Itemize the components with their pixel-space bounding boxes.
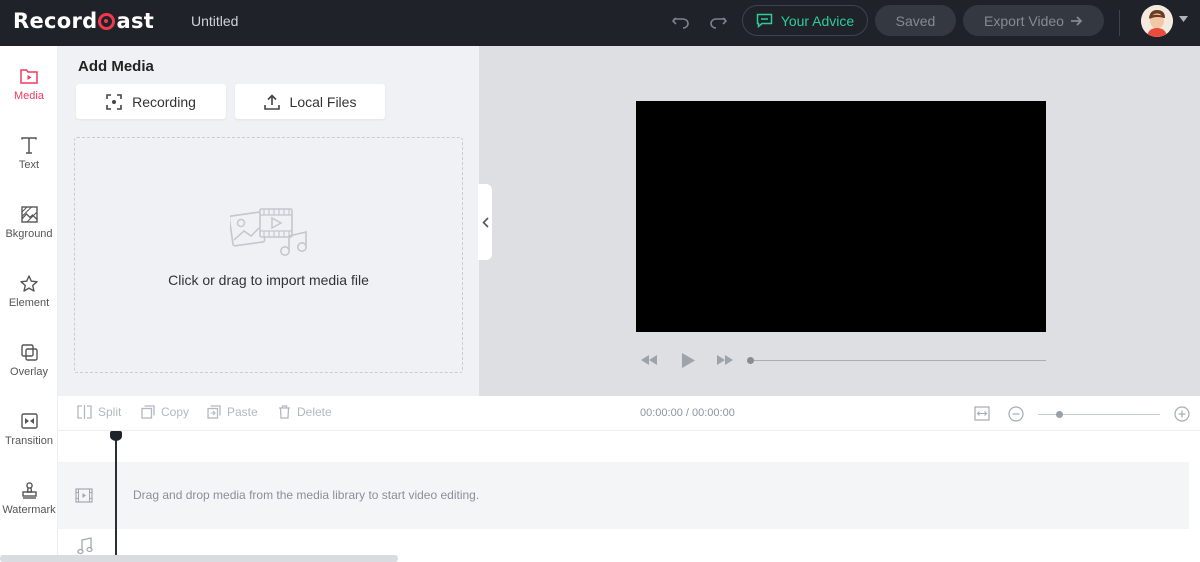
media-dropzone[interactable]: Click or drag to import media file bbox=[74, 137, 463, 373]
zoom-in-button[interactable] bbox=[1173, 405, 1190, 422]
paste-label: Paste bbox=[227, 405, 258, 419]
fast-forward-button[interactable] bbox=[717, 352, 733, 368]
fast-forward-icon bbox=[717, 355, 733, 365]
undo-button[interactable] bbox=[670, 11, 692, 33]
timecode-display: 00:00:00 / 00:00:00 bbox=[640, 407, 735, 419]
paste-button[interactable]: Paste bbox=[207, 405, 258, 419]
document-title[interactable]: Untitled bbox=[191, 13, 238, 29]
sidebar-item-label: Media bbox=[14, 90, 44, 102]
text-icon bbox=[19, 135, 39, 155]
paste-icon bbox=[207, 405, 221, 419]
recording-button[interactable]: Recording bbox=[76, 84, 226, 119]
timeline-toolbar: Split Copy Paste Delete 00:00:00 / 00:00… bbox=[58, 396, 1200, 431]
your-advice-label: Your Advice bbox=[780, 12, 855, 29]
rewind-icon bbox=[641, 355, 657, 365]
saved-button[interactable]: Saved bbox=[875, 5, 956, 36]
your-advice-button[interactable]: Your Advice bbox=[742, 5, 868, 36]
panel-title: Add Media bbox=[78, 58, 154, 75]
zoom-out-button[interactable] bbox=[1007, 405, 1024, 422]
chevron-down-icon[interactable] bbox=[1179, 16, 1188, 22]
copy-button[interactable]: Copy bbox=[141, 405, 189, 419]
horizontal-scrollbar[interactable] bbox=[0, 555, 398, 562]
timeline-zoom-knob[interactable] bbox=[1056, 411, 1063, 418]
playback-progress-knob[interactable] bbox=[747, 357, 754, 364]
logo-text-left: Record bbox=[13, 9, 98, 33]
sidebar-item-label: Overlay bbox=[10, 366, 48, 378]
sidebar-item-label: Bkground bbox=[5, 228, 53, 240]
collapse-panel-button[interactable] bbox=[478, 184, 492, 260]
sidebar-item-text[interactable]: Text bbox=[0, 115, 58, 175]
overlay-icon bbox=[19, 342, 39, 362]
dropzone-text: Click or drag to import media file bbox=[168, 272, 369, 288]
empty-timeline-message: Drag and drop media from the media libra… bbox=[133, 488, 480, 502]
arrow-right-icon bbox=[1070, 15, 1083, 26]
video-track-icon bbox=[75, 487, 93, 503]
fit-width-icon bbox=[973, 406, 990, 421]
copy-label: Copy bbox=[161, 405, 190, 419]
media-files-icon bbox=[229, 208, 307, 256]
playhead-handle[interactable] bbox=[110, 431, 122, 441]
screen-record-icon bbox=[106, 93, 122, 110]
sidebar-item-media[interactable]: Media bbox=[0, 46, 58, 106]
delete-button[interactable]: Delete bbox=[278, 405, 332, 419]
sidebar-item-transition[interactable]: Transition bbox=[0, 391, 58, 451]
transition-icon bbox=[19, 411, 39, 431]
sidebar-item-label: Element bbox=[8, 297, 50, 309]
sidebar-item-label: Transition bbox=[5, 435, 53, 447]
recording-label: Recording bbox=[132, 93, 196, 110]
sidebar-item-overlay[interactable]: Overlay bbox=[0, 322, 58, 382]
playhead-line bbox=[115, 434, 117, 562]
sidebar-item-label: Text bbox=[18, 159, 40, 171]
minus-circle-icon bbox=[1007, 405, 1024, 422]
trash-icon bbox=[279, 405, 290, 419]
sidebar-item-background[interactable]: Bkground bbox=[0, 184, 58, 244]
left-sidebar: Media Text Bkground Element Overlay Tran… bbox=[0, 46, 58, 562]
rewind-button[interactable] bbox=[641, 352, 657, 368]
split-icon bbox=[77, 405, 92, 419]
record-dot-icon bbox=[98, 12, 116, 30]
export-video-button[interactable]: Export Video bbox=[963, 5, 1104, 36]
undo-icon bbox=[672, 17, 689, 29]
local-files-label: Local Files bbox=[289, 93, 357, 110]
music-note-icon bbox=[77, 537, 93, 555]
playback-progress-track[interactable] bbox=[749, 360, 1046, 361]
top-bar: Record ast Untitled Your Advice Saved Ex… bbox=[0, 0, 1200, 46]
sidebar-item-watermark[interactable]: Watermark bbox=[0, 460, 58, 520]
upload-icon bbox=[263, 93, 280, 110]
star-icon bbox=[19, 273, 39, 293]
sidebar-item-label: Watermark bbox=[2, 504, 56, 516]
local-files-button[interactable]: Local Files bbox=[235, 84, 385, 119]
avatar-illustration-icon bbox=[1141, 5, 1173, 37]
delete-label: Delete bbox=[297, 405, 332, 419]
logo-text-right: ast bbox=[116, 9, 155, 33]
split-button[interactable]: Split bbox=[77, 405, 121, 419]
user-avatar[interactable] bbox=[1141, 5, 1173, 37]
media-folder-icon bbox=[19, 66, 39, 86]
stamp-icon bbox=[19, 480, 39, 500]
export-video-label: Export Video bbox=[984, 12, 1064, 29]
split-label: Split bbox=[98, 405, 122, 419]
video-canvas[interactable] bbox=[636, 101, 1046, 332]
media-panel: Add Media Recording Local Files Click or… bbox=[58, 46, 479, 396]
toolbar-divider bbox=[1119, 10, 1120, 36]
redo-icon bbox=[710, 17, 727, 29]
redo-button[interactable] bbox=[707, 11, 729, 33]
fit-timeline-button[interactable] bbox=[973, 405, 990, 422]
saved-label: Saved bbox=[895, 12, 936, 29]
plus-circle-icon bbox=[1173, 405, 1190, 422]
copy-icon bbox=[141, 405, 155, 419]
sidebar-item-element[interactable]: Element bbox=[0, 253, 58, 313]
play-icon bbox=[681, 352, 695, 368]
background-icon bbox=[19, 204, 39, 224]
play-button[interactable] bbox=[680, 352, 696, 368]
recordcast-logo[interactable]: Record ast bbox=[13, 9, 154, 33]
chevron-left-icon bbox=[481, 216, 489, 228]
chat-bubble-icon bbox=[756, 13, 773, 28]
